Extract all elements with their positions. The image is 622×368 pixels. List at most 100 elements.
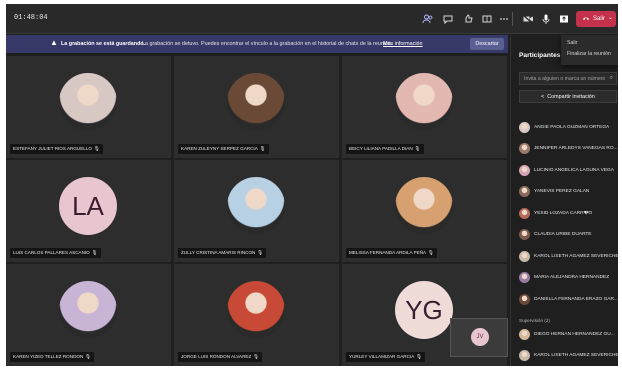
self-view-tile[interactable]: JV [450, 318, 508, 357]
participant-name: ANGIE PAOLA GUZMAN ORTEGA [534, 124, 610, 130]
participant-row[interactable]: ANGIE PAOLA GUZMAN ORTEGA [519, 120, 618, 134]
participant-row[interactable]: JENNIFER ARLEDYS VANEGAS RO... [519, 142, 618, 156]
participant-row[interactable]: KAROL LISETH AGAMEZ SEVERICHE [519, 249, 618, 263]
avatar [519, 272, 530, 283]
participant-video-tile[interactable]: JORGE LUIS RONDON ALVAREZ 🎙 [174, 264, 339, 366]
recording-banner: ▲ La grabación se está guardando. La gra… [6, 35, 508, 53]
profile-photo [395, 177, 453, 235]
leave-label: Salir [593, 16, 606, 22]
mic-muted-icon: 🎙 [91, 250, 98, 255]
menu-item-end-meeting[interactable]: Finalizar la reunión [567, 51, 611, 57]
chat-icon[interactable] [440, 11, 456, 27]
participant-row[interactable]: MARIA ALEJANDRA HERNANDEZ [519, 271, 618, 285]
share-screen-icon[interactable] [556, 11, 572, 27]
more-icon[interactable] [496, 11, 512, 27]
participant-name-tag: JORGE LUIS RONDON ALVAREZ 🎙 [178, 352, 263, 362]
participant-name: ZULLY CRISTINA AMARIS RINCON [181, 250, 256, 255]
avatar [519, 207, 530, 219]
phone-icon [582, 15, 590, 23]
invite-input[interactable]: Invita a alguien o marca un número ⌕ [519, 72, 617, 85]
warning-icon: ▲ [50, 38, 58, 47]
participant-name: KAREN ZULEYNY SERPEZ GARCIA [181, 146, 258, 151]
participant-name-tag: BEICY LILIANA PADILLA DIAN 🎙 [346, 144, 424, 154]
participant-name-tag: KAREN ZULEYNY SERPEZ GARCIA 🎙 [178, 144, 269, 154]
mic-icon[interactable] [538, 11, 554, 27]
video-grid: ESTEFANY JULIET RIOS ARGUELLO 🎙 KAREN ZULE… [6, 54, 508, 366]
profile-photo [227, 177, 285, 235]
participant-name: ESTEFANY JULIET RIOS ARGUELLO [13, 146, 92, 151]
profile-photo [59, 73, 117, 131]
mic-muted-icon: 🎙 [428, 250, 434, 255]
avatar [519, 143, 530, 154]
participant-row[interactable]: KAROL LISETH AGAMEZ SEVERICHE [519, 349, 618, 363]
initials-avatar: YG [395, 281, 453, 339]
chevron-down-icon[interactable]: ⌄ [608, 14, 613, 21]
participant-name: CLAUDIA URIBE DUARTE [534, 232, 592, 237]
dialpad-icon[interactable]: ⌕ [610, 75, 613, 82]
participant-name: MELISSA FERNANDA ARDILA PEÑA [349, 250, 427, 255]
participant-row[interactable]: DANIELLA FERNANDA ERAZO GAR... [519, 292, 618, 306]
profile-photo [59, 281, 117, 339]
invite-placeholder: Invita a alguien o marca un número [524, 75, 606, 82]
meeting-timer: 01:48:04 [14, 14, 48, 22]
participant-video-tile[interactable]: ESTEFANY JULIET RIOS ARGUELLO 🎙 [6, 56, 171, 158]
participant-row[interactable]: CLAUDIA URIBE DUARTE [519, 228, 618, 242]
participant-name: YURLEY VILLAMIZAR GARCIA [349, 354, 415, 359]
mic-muted-icon: 🎙 [253, 354, 260, 359]
participant-name-tag: YURLEY VILLAMIZAR GARCIA 🎙 [346, 352, 426, 362]
rooms-icon[interactable] [479, 11, 495, 27]
camera-off-icon[interactable] [520, 11, 536, 27]
avatar [519, 121, 530, 133]
reactions-icon[interactable] [460, 11, 476, 27]
mic-muted-icon: 🎙 [257, 250, 264, 255]
participant-name: JORGE LUIS RONDON ALVAREZ [181, 354, 252, 359]
profile-photo [395, 73, 453, 131]
leave-dropdown-menu: Salir Finalizar la reunión [561, 35, 618, 65]
mic-muted-icon: 🎙 [414, 146, 421, 151]
participant-video-tile[interactable]: MELISSA FERNANDA ARDILA PEÑA 🎙 [342, 160, 507, 262]
meeting-toolbar: 01:48:04 Salir ⌄ [6, 4, 618, 34]
supervisors-section-label[interactable]: Supervisión (2) [519, 318, 550, 323]
avatar [519, 250, 530, 262]
participant-name-tag: MELISSA FERNANDA ARDILA PEÑA 🎙 [346, 248, 437, 258]
participant-row[interactable]: YANEVIS PEREZ GALAN [519, 185, 618, 199]
mic-muted-icon: 🎙 [259, 146, 266, 151]
profile-photo [227, 73, 285, 131]
toolbar-divider [512, 12, 513, 26]
self-avatar: JV [471, 328, 489, 346]
participant-row[interactable]: YESID LOZADA CARR�O [519, 206, 618, 220]
participant-video-tile[interactable]: LA LUIS CARLOS PALLARES ASCANIO 🎙 [6, 160, 171, 262]
banner-message: La grabación se detuvo. Puedes encontrar… [142, 41, 393, 47]
participant-name: DANIELLA FERNANDA ERAZO GAR... [534, 296, 618, 302]
link-icon: < [541, 93, 545, 100]
participants-icon[interactable] [420, 11, 436, 27]
leave-button[interactable]: Salir ⌄ [576, 11, 616, 27]
teams-meeting-window: 01:48:04 Salir ⌄ ▲ La grabación se está … [6, 4, 618, 366]
participant-name: DIEGO HERNAN HERNANDEZ GU... [534, 331, 615, 337]
participant-video-tile[interactable]: KAREN ZULEYNY SERPEZ GARCIA 🎙 [174, 56, 339, 158]
mic-muted-icon: 🎙 [93, 146, 100, 151]
participant-row[interactable]: DIEGO HERNAN HERNANDEZ GU... [519, 327, 618, 341]
menu-item-leave[interactable]: Salir [567, 40, 577, 46]
participant-name-tag: ZULLY CRISTINA AMARIS RINCON 🎙 [178, 248, 267, 258]
participant-name: YESID LOZADA CARR�O [534, 210, 593, 216]
participant-row[interactable]: LUCINIO ANGELICA LAGUNA VEGA [519, 163, 618, 177]
banner-title: La grabación se está guardando. [61, 41, 146, 47]
avatar [519, 186, 530, 197]
participant-video-tile[interactable]: KAREN YIZED TELLEZ RONDON 🎙 [6, 264, 171, 366]
share-invite-button[interactable]: < Compartir invitación [519, 90, 617, 103]
participant-video-tile[interactable]: ZULLY CRISTINA AMARIS RINCON 🎙 [174, 160, 339, 262]
mic-muted-icon: 🎙 [416, 354, 423, 359]
avatar [519, 164, 530, 176]
mic-muted-icon: 🎙 [85, 354, 92, 359]
participant-name: LUIS CARLOS PALLARES ASCANIO [13, 250, 90, 255]
participant-name-tag: ESTEFANY JULIET RIOS ARGUELLO 🎙 [10, 144, 103, 154]
participant-name: KAROL LISETH AGAMEZ SEVERICHE [534, 253, 618, 259]
participant-name: JENNIFER ARLEDYS VANEGAS RO... [534, 146, 618, 151]
participant-name: KAREN YIZED TELLEZ RONDON [13, 354, 84, 359]
dismiss-button[interactable]: Descartar [470, 38, 504, 50]
participant-name-tag: LUIS CARLOS PALLARES ASCANIO 🎙 [10, 248, 101, 258]
learn-more-link[interactable]: Más información [383, 41, 423, 47]
initials-avatar: LA [59, 177, 117, 235]
participant-video-tile[interactable]: BEICY LILIANA PADILLA DIAN 🎙 [342, 56, 507, 158]
